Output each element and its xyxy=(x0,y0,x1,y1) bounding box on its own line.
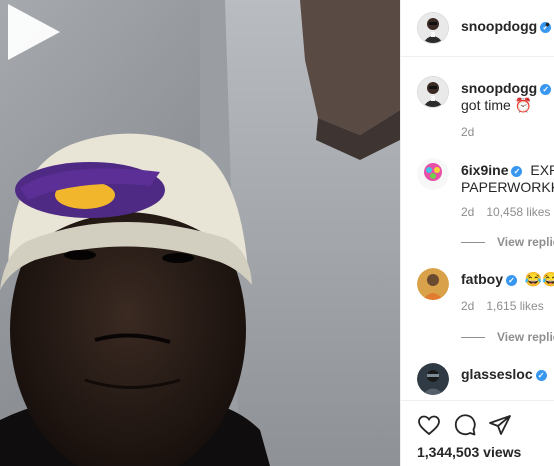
header-username[interactable]: snoopdogg ✓ xyxy=(461,18,552,34)
comment-text-line2: PAPERWORKKKK xyxy=(461,179,554,195)
avatar-image xyxy=(417,268,449,300)
share-icon[interactable] xyxy=(488,413,512,437)
header-separator: • xyxy=(545,16,550,32)
comment-text: EXPLA xyxy=(530,162,554,178)
avatar-image xyxy=(417,158,449,190)
comment-avatar[interactable] xyxy=(417,268,449,300)
replies-divider xyxy=(461,242,485,244)
comment-username[interactable]: glassesloc✓ 🔲 xyxy=(461,366,554,383)
play-icon[interactable] xyxy=(0,0,64,64)
comment-likes[interactable]: 1,615 likes xyxy=(486,299,543,313)
comment-meta: 2d10,458 likesR xyxy=(461,205,554,219)
avatar[interactable] xyxy=(417,12,449,44)
action-bar: 1,344,503 views xyxy=(401,400,554,466)
avatar-image xyxy=(417,363,449,395)
view-replies-button[interactable]: View replies xyxy=(461,235,554,249)
verified-icon: ✓ xyxy=(506,275,517,286)
view-replies-button[interactable]: View replies xyxy=(461,330,554,344)
post-panel: snoopdogg✓ • snoopdogg✓ P. got time ⏰ 2d… xyxy=(400,0,554,466)
caption-time: 2d xyxy=(461,125,475,139)
heart-icon[interactable] xyxy=(417,413,441,437)
view-count: 1,344,503 views xyxy=(417,444,522,460)
post-video[interactable] xyxy=(0,0,400,466)
comment-icon[interactable] xyxy=(453,413,477,437)
verified-icon: ✓ xyxy=(511,166,523,177)
comment-likes[interactable]: 10,458 likes xyxy=(486,205,550,219)
caption-avatar[interactable] xyxy=(417,76,449,108)
caption-text-line2: got time ⏰ xyxy=(461,97,533,113)
view-replies-label[interactable]: View replies xyxy=(497,330,554,344)
comment-time: 2d xyxy=(461,299,475,313)
avatar-image xyxy=(418,77,448,107)
view-replies-label[interactable]: View replies xyxy=(497,235,554,249)
video-frame xyxy=(0,0,400,466)
caption-username[interactable]: snoopdogg✓ P. xyxy=(461,80,554,96)
replies-divider xyxy=(461,337,485,339)
post-header: snoopdogg ✓ • xyxy=(401,0,554,57)
comment-username-text[interactable]: glassesloc xyxy=(461,366,533,382)
caption-username-text[interactable]: snoopdogg xyxy=(461,80,537,96)
comment-avatar[interactable] xyxy=(417,158,449,190)
header-username-text[interactable]: snoopdogg xyxy=(461,18,537,34)
comment-username[interactable]: 6ix9ine✓ EXPLA xyxy=(461,162,554,178)
comment-avatar[interactable] xyxy=(417,363,449,395)
verified-icon: ✓ xyxy=(540,84,552,95)
comment-time: 2d xyxy=(461,205,475,219)
comment-username-text[interactable]: 6ix9ine xyxy=(461,162,508,178)
avatar-image xyxy=(418,13,448,43)
comment-username-text[interactable]: fatboy xyxy=(461,271,503,287)
comment-meta: 2d1,615 likesR xyxy=(461,299,554,313)
verified-icon: ✓ xyxy=(535,370,547,381)
comment-text: 😂😂😂 xyxy=(524,271,554,287)
comment-username[interactable]: fatboy✓ 😂😂😂 xyxy=(461,271,554,288)
